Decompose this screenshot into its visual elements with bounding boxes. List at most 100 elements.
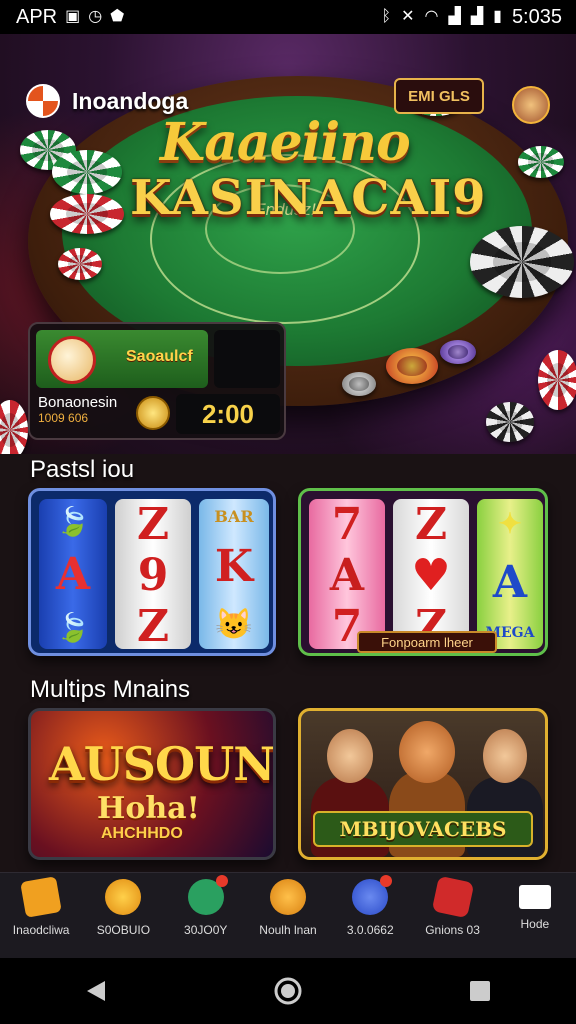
bottom-nav: Inaodcliwa S0OBUIO 30JO0Y Noulh lnan 3.0… bbox=[0, 872, 576, 958]
reel-symbol: A bbox=[492, 556, 528, 608]
coin-icon bbox=[105, 879, 142, 915]
chip-icon bbox=[470, 226, 574, 298]
promo-label: MBIJOVACEBS bbox=[313, 811, 533, 847]
reel-symbol: A bbox=[55, 548, 91, 600]
reel-symbol: 7 bbox=[331, 499, 363, 550]
character-face bbox=[399, 721, 455, 783]
nav-label: Noulh lnan bbox=[259, 923, 317, 937]
notification-badge bbox=[215, 875, 228, 887]
slot-reel: ✦ A MEGA bbox=[477, 499, 543, 649]
logo-title: KASINACAI9 bbox=[130, 170, 487, 226]
nav-label: Inaodcliwa bbox=[12, 923, 70, 937]
nav-item[interactable]: Noulh lnan bbox=[249, 879, 327, 937]
home-icon bbox=[274, 977, 302, 1005]
slot-reel: Z ♥ Z bbox=[393, 499, 469, 652]
avatar[interactable] bbox=[512, 86, 550, 124]
carrier-label: APR bbox=[16, 5, 58, 28]
chat-icon bbox=[187, 875, 228, 915]
slot-game-tile[interactable]: 7 A 7 Z ♥ Z ✦ A MEGA Fonpoarm lheer bbox=[298, 488, 548, 656]
back-button[interactable] bbox=[76, 971, 116, 1011]
slot-reel: 7 A 7 bbox=[309, 499, 385, 652]
chip-icon bbox=[52, 150, 122, 194]
reel-symbol: 🍃 bbox=[55, 610, 91, 644]
back-icon bbox=[87, 981, 105, 1001]
nav-item[interactable]: 30JO0Y bbox=[167, 875, 245, 937]
reel-symbol: ♥ bbox=[411, 550, 451, 601]
nav-label: S0OBUIO bbox=[96, 923, 151, 937]
promo-subheadline: Hoha! bbox=[97, 791, 200, 826]
chip-icon bbox=[518, 146, 564, 178]
app-name: Inoandoga bbox=[72, 88, 189, 114]
battery-icon: ▮ bbox=[493, 8, 502, 25]
status-bar: APR ▣ ◷ ⬟ ᛒ ✕ ◠ ▟ ▟ ▮ 5:035 bbox=[0, 0, 576, 34]
slot-plaque: Fonpoarm lheer bbox=[357, 631, 497, 653]
mail-icon bbox=[518, 885, 551, 909]
shield-icon: ⬟ bbox=[110, 8, 125, 25]
image-icon: ▣ bbox=[65, 8, 81, 25]
nav-label: Gnions 03 bbox=[425, 923, 480, 937]
gamepad-icon bbox=[269, 879, 306, 915]
mute-icon: ✕ bbox=[401, 8, 415, 25]
nav-label: Hode bbox=[520, 917, 550, 931]
slot-reel: 🍃 A 🍃 bbox=[39, 499, 107, 649]
promo-tile[interactable]: AUSOUN Hoha! AHCHHDO bbox=[28, 708, 276, 860]
nav-item[interactable]: Hode bbox=[496, 879, 574, 931]
recents-button[interactable] bbox=[460, 971, 500, 1011]
chip-icon bbox=[50, 194, 124, 234]
corner-sign[interactable]: EMI GLS bbox=[394, 78, 484, 114]
signal-icon: ▟ bbox=[470, 8, 484, 25]
recents-icon bbox=[470, 981, 490, 1001]
nav-item[interactable]: 3.0.0662 bbox=[331, 875, 409, 937]
chip-icon bbox=[342, 372, 376, 396]
bluetooth-icon: ᛒ bbox=[381, 8, 392, 25]
reel-symbol: 😺 bbox=[215, 606, 253, 642]
reel-symbol: 9 bbox=[137, 550, 169, 601]
tag-icon bbox=[20, 876, 62, 918]
clock-time: 5:035 bbox=[511, 5, 562, 28]
nav-label: 3.0.0662 bbox=[346, 923, 394, 937]
globe-icon bbox=[352, 875, 393, 915]
reel-symbol: Z bbox=[414, 499, 448, 550]
reel-symbol: ✦ bbox=[498, 507, 522, 541]
reel-symbol: K bbox=[214, 540, 254, 592]
reel-symbol: BAR bbox=[214, 506, 254, 526]
chip-icon bbox=[440, 340, 476, 364]
reel-symbol: 🍃 bbox=[55, 504, 91, 538]
nav-item[interactable]: Gnions 03 bbox=[414, 875, 492, 937]
bonus-card[interactable]: Saoaulcf Bonaonesin 1009 606 2:00 bbox=[28, 322, 286, 440]
slot-game-tile[interactable]: 🍃 A 🍃 Z 9 Z BAR K 😺 bbox=[28, 488, 276, 656]
chip-icon bbox=[386, 348, 438, 384]
character-face bbox=[483, 729, 527, 783]
nav-item[interactable]: S0OBUIO bbox=[84, 879, 162, 937]
signal-icon: ▟ bbox=[448, 8, 461, 25]
countdown-timer: 2:00 bbox=[176, 394, 280, 434]
notification-badge bbox=[380, 875, 393, 887]
ticket-icon bbox=[431, 875, 474, 919]
slot-reel: Z 9 Z bbox=[115, 499, 191, 652]
chip-icon bbox=[538, 350, 576, 410]
wifi-icon: ◠ bbox=[424, 8, 439, 25]
chip-icon bbox=[58, 248, 102, 280]
logo-script: Kaaeiino bbox=[160, 112, 411, 173]
system-nav-bar bbox=[0, 958, 576, 1024]
chip-icon bbox=[486, 402, 534, 442]
app-logo-icon bbox=[26, 84, 60, 118]
section-title-promos: Multips Mnains bbox=[30, 676, 191, 703]
promo-caption: AHCHHDO bbox=[101, 825, 183, 842]
coin-icon bbox=[136, 396, 170, 430]
nav-label: 30JO0Y bbox=[184, 923, 228, 937]
promo-headline: AUSOUN bbox=[49, 737, 275, 791]
home-button[interactable] bbox=[268, 971, 308, 1011]
bonus-tile[interactable]: Saoaulcf bbox=[36, 330, 208, 388]
empty-tile bbox=[214, 330, 280, 388]
reel-symbol: Z bbox=[136, 601, 170, 652]
promo-tile[interactable]: MBIJOVACEBS bbox=[298, 708, 548, 860]
clock-icon: ◷ bbox=[88, 8, 103, 25]
slot-reel: BAR K 😺 bbox=[199, 499, 269, 649]
section-title-slots: Pastsl iou bbox=[30, 456, 135, 483]
mascot-icon bbox=[48, 336, 96, 384]
character-face bbox=[327, 729, 373, 783]
nav-item[interactable]: Inaodcliwa bbox=[2, 876, 80, 937]
reel-symbol: A bbox=[329, 550, 365, 601]
reel-symbol: Z bbox=[136, 499, 170, 550]
